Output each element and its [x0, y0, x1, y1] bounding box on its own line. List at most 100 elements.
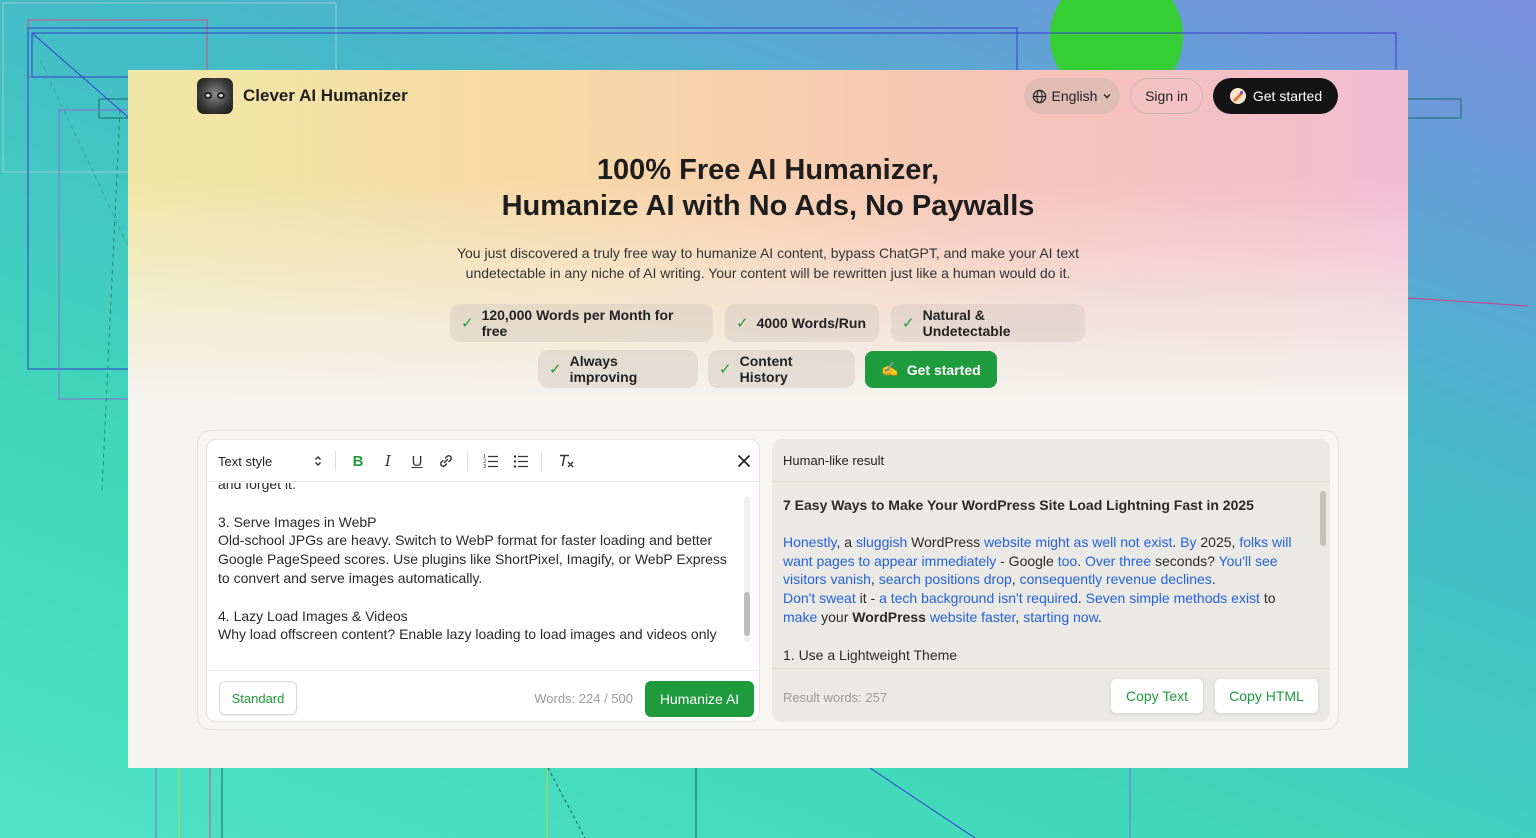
svg-text:3: 3: [483, 464, 486, 469]
result-line: 1. Use a Lightweight Theme: [783, 646, 958, 663]
check-icon: ✓: [736, 315, 749, 332]
hero-get-started-button[interactable]: ✍️ Get started: [865, 351, 997, 388]
result-paragraph: Don't sweat it - a tech background isn't…: [783, 589, 1311, 627]
rewritten-phrase: By: [1180, 533, 1197, 550]
text-run: ,: [1011, 571, 1020, 588]
toolbar-divider: [541, 451, 542, 471]
language-selector[interactable]: English: [1024, 78, 1120, 114]
rewritten-phrase: Over three: [1084, 552, 1152, 569]
chevron-down-icon: [1103, 93, 1111, 99]
bullet-list-icon[interactable]: [510, 450, 532, 472]
feature-pill: ✓ 4000 Words/Run: [725, 304, 879, 342]
text-run: seconds?: [1151, 552, 1219, 569]
feature-label: 4000 Words/Run: [756, 315, 867, 331]
text-run: 2025,: [1196, 533, 1240, 550]
text-run: WordPress: [907, 533, 985, 550]
text-run: .: [1077, 552, 1085, 569]
logo-eye-icon: [204, 92, 212, 99]
feature-label: Natural & Undetectable: [922, 307, 1011, 339]
editor-toolbar: Text style B I U 123: [207, 440, 759, 482]
subtitle-line-2: undetectable in any niche of AI writing.…: [465, 265, 1071, 281]
result-word-count: Result words: 257: [783, 690, 888, 705]
feature-pill: ✓ Always improving: [538, 350, 698, 388]
feature-label: Content History: [739, 353, 793, 385]
text-run: - Google: [996, 552, 1058, 569]
header-get-started-label: Get started: [1252, 88, 1323, 104]
result-header: Human-like result: [783, 453, 885, 468]
result-heading: 7 Easy Ways to Make Your WordPress Site …: [783, 497, 1254, 513]
word-count: Words: 224 / 500: [534, 691, 633, 706]
input-text: and forget it. 3. Serve Images in WebP O…: [218, 483, 738, 644]
humanize-button[interactable]: Humanize AI: [645, 681, 754, 717]
brand-logo[interactable]: [197, 78, 233, 114]
text-run: it -: [855, 590, 880, 607]
copy-text-button[interactable]: Copy Text: [1110, 678, 1204, 714]
result-panel: Human-like result 7 Easy Ways to Make Yo…: [772, 439, 1330, 722]
language-label: English: [1051, 88, 1098, 104]
text-line: Old-school JPGs are heavy. Switch to Web…: [218, 532, 727, 586]
sign-in-button[interactable]: Sign in: [1130, 78, 1203, 114]
clear-format-icon[interactable]: [555, 450, 577, 472]
editor-footer: Standard Words: 224 / 500 Humanize AI: [207, 670, 759, 721]
check-icon: ✓: [549, 361, 562, 378]
text-line: 3. Serve Images in WebP: [218, 513, 377, 530]
header-get-started-button[interactable]: Get started: [1213, 78, 1338, 114]
toolbar-divider: [335, 451, 336, 471]
logo-eye-icon: [217, 92, 225, 99]
text-style-label: Text style: [218, 453, 273, 469]
page: Clever AI Humanizer English Sign in Get …: [128, 70, 1408, 768]
close-icon[interactable]: [734, 450, 754, 472]
text-run: .: [1077, 590, 1086, 607]
rewritten-phrase: sluggish: [855, 533, 908, 550]
check-icon: ✓: [902, 315, 915, 332]
feature-pill: ✓ Natural & Undetectable: [891, 304, 1085, 342]
rewritten-phrase: make: [783, 608, 818, 625]
title-line-2: Humanize AI with No Ads, No Paywalls: [501, 190, 1035, 222]
result-scrollbar-thumb[interactable]: [1320, 491, 1326, 546]
result-paragraph: Honestly, a sluggish WordPress website m…: [783, 533, 1311, 589]
ordered-list-icon[interactable]: 123: [480, 450, 502, 472]
text-run: your: [817, 608, 853, 625]
title-line-1: 100% Free AI Humanizer,: [596, 154, 940, 186]
text-run: .: [1097, 608, 1102, 625]
text-line: and forget it.: [218, 483, 296, 492]
text-run: to: [1259, 590, 1276, 607]
writing-hand-icon: ✍️: [881, 361, 899, 377]
brand-name[interactable]: Clever AI Humanizer: [243, 86, 408, 106]
editor-scrollbar-thumb[interactable]: [744, 592, 750, 636]
underline-icon[interactable]: U: [406, 450, 428, 472]
toolbar-divider: [467, 451, 468, 471]
page-title: 100% Free AI Humanizer, Humanize AI with…: [128, 152, 1408, 224]
rewritten-phrase: website might as well not exist: [984, 533, 1173, 550]
feature-pill: ✓ Content History: [708, 350, 855, 388]
page-subtitle: You just discovered a truly free way to …: [418, 243, 1118, 283]
result-footer: Result words: 257 Copy Text Copy HTML: [772, 668, 1330, 722]
feature-pill: ✓ 120,000 Words per Month for free: [450, 304, 713, 342]
rewritten-phrase: a tech background isn't required: [879, 590, 1078, 607]
rewritten-phrase: search positions drop: [878, 571, 1012, 588]
italic-icon[interactable]: I: [377, 450, 399, 472]
rocket-icon: [1229, 88, 1246, 104]
link-icon[interactable]: [435, 450, 457, 472]
text-line: Why load offscreen content? Enable lazy …: [218, 626, 717, 643]
globe-icon: [1032, 89, 1046, 103]
rewritten-phrase: Seven simple methods exist: [1085, 590, 1260, 607]
feature-label: Always improving: [569, 353, 638, 385]
text-style-select[interactable]: Text style: [218, 450, 322, 472]
rewritten-phrase: Honestly: [783, 533, 837, 550]
rewritten-phrase: website faster: [929, 608, 1016, 625]
bold-icon[interactable]: B: [347, 450, 369, 472]
text-run: .: [1172, 533, 1181, 550]
rewritten-phrase: Don't sweat: [783, 590, 856, 607]
copy-html-button[interactable]: Copy HTML: [1214, 678, 1319, 714]
text-run: ,: [870, 571, 879, 588]
text-run: , a: [836, 533, 856, 550]
rewritten-phrase: too: [1057, 552, 1078, 569]
mode-select-button[interactable]: Standard: [219, 681, 297, 715]
updown-icon: [315, 456, 321, 466]
text-line: 4. Lazy Load Images & Videos: [218, 607, 408, 624]
humanizer-card: Text style B I U 123 and forget it. 3. S…: [197, 430, 1339, 730]
input-text-area[interactable]: and forget it. 3. Serve Images in WebP O…: [207, 483, 747, 669]
feature-label: 120,000 Words per Month for free: [481, 307, 674, 339]
result-text-area[interactable]: 7 Easy Ways to Make Your WordPress Site …: [783, 482, 1313, 668]
